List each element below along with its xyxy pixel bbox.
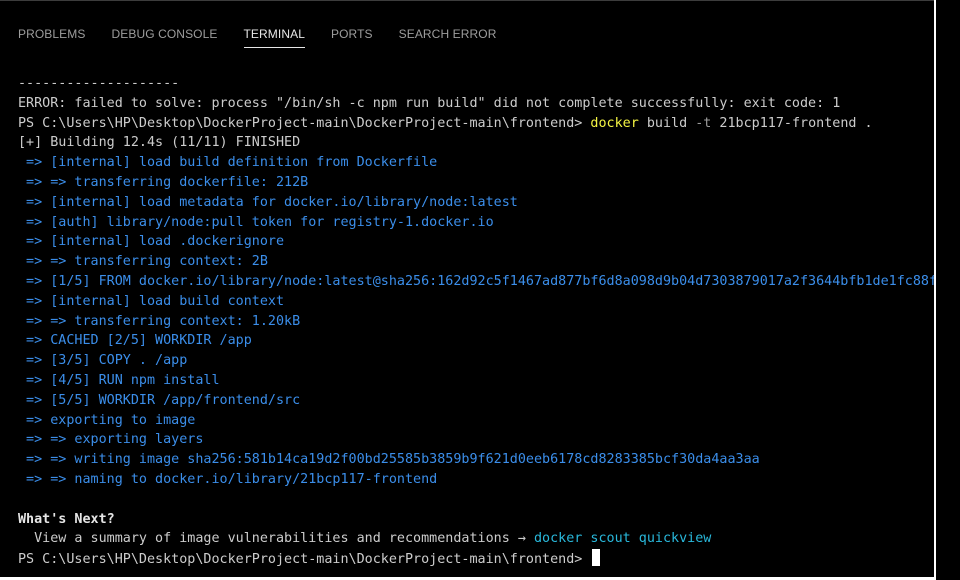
terminal-text-segment: [+] Building 12.4s (11/11) FINISHED	[18, 135, 301, 151]
terminal-text-segment: What's Next?	[18, 511, 115, 527]
terminal-line: => [internal] load build definition from…	[18, 153, 934, 173]
terminal-line: => => transferring context: 2B	[18, 252, 934, 272]
terminal-text-segment: docker	[590, 115, 639, 131]
terminal-text-segment: => [5/5] WORKDIR /app/frontend/src	[18, 392, 301, 408]
block-cursor-icon	[592, 549, 601, 567]
terminal-text-segment: PS C:\Users\HP\Desktop\DockerProject-mai…	[18, 115, 591, 131]
terminal-text-segment: => => transferring context: 2B	[18, 254, 268, 270]
terminal-panel: PROBLEMS DEBUG CONSOLE TERMINAL PORTS SE…	[0, 0, 934, 578]
terminal-text-segment: => [auth] library/node:pull token for re…	[18, 214, 494, 230]
terminal-text-segment: docker scout quickview	[533, 531, 712, 547]
terminal-line: View a summary of image vulnerabilities …	[18, 529, 934, 549]
terminal-line: --------------------	[18, 74, 934, 94]
terminal-text-segment: PS C:\Users\HP\Desktop\DockerProject-mai…	[18, 552, 591, 568]
panel-tab-bar: PROBLEMS DEBUG CONSOLE TERMINAL PORTS SE…	[0, 1, 934, 49]
terminal-text-segment: => [1/5] FROM docker.io/library/node:lat…	[18, 273, 934, 289]
terminal-line: => [5/5] WORKDIR /app/frontend/src	[18, 391, 934, 411]
terminal-text-segment: => => naming to docker.io/library/21bcp1…	[18, 471, 438, 487]
terminal-text-segment: build	[638, 115, 696, 131]
terminal-line: => [internal] load build context	[18, 292, 934, 312]
terminal-text-segment: ERROR: failed to solve: process "/bin/sh…	[18, 95, 841, 111]
terminal-line: => => writing image sha256:581b14ca19d2f…	[18, 450, 934, 470]
terminal-text-segment: -t	[695, 115, 712, 131]
tab-debug-console[interactable]: DEBUG CONSOLE	[112, 1, 218, 47]
terminal-line: [+] Building 12.4s (11/11) FINISHED	[18, 133, 934, 153]
terminal-text-segment: => [3/5] COPY . /app	[18, 353, 188, 369]
terminal-line: => [1/5] FROM docker.io/library/node:lat…	[18, 272, 934, 292]
terminal-text-segment: => [internal] load build context	[18, 293, 285, 309]
terminal-text-segment: => [internal] load .dockerignore	[18, 234, 285, 250]
terminal-line: What's Next?	[18, 510, 934, 530]
terminal-line: => => naming to docker.io/library/21bcp1…	[18, 470, 934, 490]
terminal-line: => [auth] library/node:pull token for re…	[18, 213, 934, 233]
terminal-line: => => exporting layers	[18, 430, 934, 450]
terminal-text-segment: => => exporting layers	[18, 432, 204, 448]
terminal-text-segment: => [4/5] RUN npm install	[18, 372, 220, 388]
terminal-line: => => transferring context: 1.20kB	[18, 312, 934, 332]
terminal-text-segment: => => transferring context: 1.20kB	[18, 313, 301, 329]
terminal-text-segment: => exporting to image	[18, 412, 196, 428]
terminal-text-segment: --------------------	[18, 76, 180, 91]
terminal-line: => [internal] load .dockerignore	[18, 232, 934, 252]
terminal-line: => [internal] load metadata for docker.i…	[18, 193, 934, 213]
tab-problems[interactable]: PROBLEMS	[18, 1, 86, 47]
window-gap	[936, 0, 960, 580]
tab-ports[interactable]: PORTS	[331, 1, 373, 47]
terminal-line: => [3/5] COPY . /app	[18, 351, 934, 371]
terminal-line: => exporting to image	[18, 411, 934, 431]
terminal-text-segment: => CACHED [2/5] WORKDIR /app	[18, 333, 252, 349]
tab-search-error[interactable]: SEARCH ERROR	[399, 1, 497, 47]
terminal-text-segment: => => transferring dockerfile: 212B	[18, 174, 309, 190]
tab-terminal[interactable]: TERMINAL	[243, 1, 305, 48]
terminal-text-segment: => [internal] load build definition from…	[18, 155, 438, 171]
terminal-line: => [4/5] RUN npm install	[18, 371, 934, 391]
terminal-line: ERROR: failed to solve: process "/bin/sh…	[18, 94, 934, 114]
terminal-line: => => transferring dockerfile: 212B	[18, 173, 934, 193]
terminal-output[interactable]: -------------------- ERROR: failed to sol…	[18, 74, 934, 569]
terminal-text-segment: => => writing image sha256:581b14ca19d2f…	[18, 452, 760, 468]
terminal-line: => CACHED [2/5] WORKDIR /app	[18, 331, 934, 351]
terminal-line: PS C:\Users\HP\Desktop\DockerProject-mai…	[18, 549, 934, 569]
terminal-text-segment: View a summary of image vulnerabilities …	[18, 531, 534, 547]
terminal-text-segment: => [internal] load metadata for docker.i…	[18, 194, 518, 210]
terminal-text-segment: 21bcp117-frontend .	[711, 115, 873, 131]
terminal-line: PS C:\Users\HP\Desktop\DockerProject-mai…	[18, 114, 934, 134]
